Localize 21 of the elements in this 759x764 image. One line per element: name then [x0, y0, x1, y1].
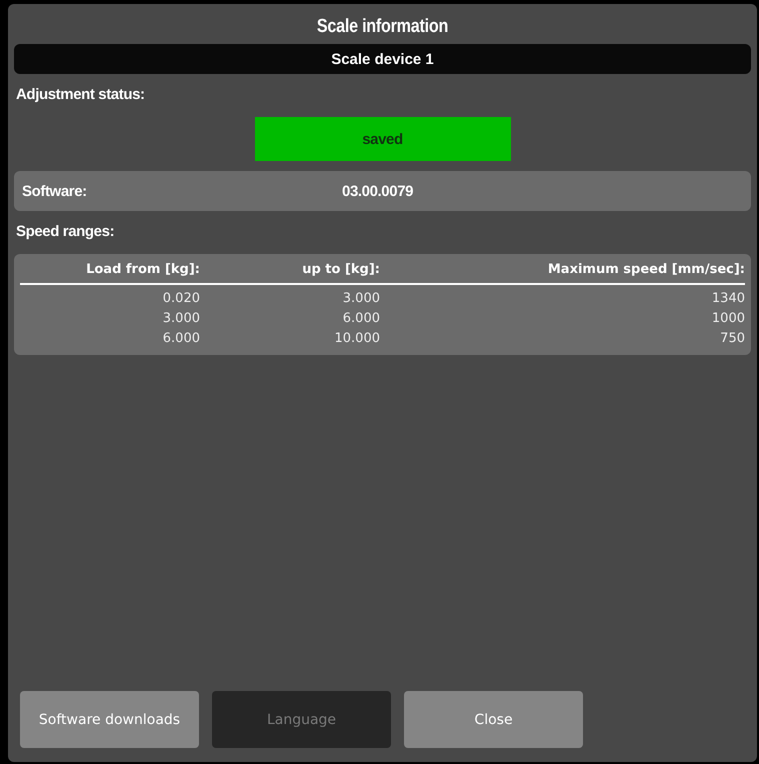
table-cell-text: 3.000: [342, 290, 380, 308]
column-header: up to [kg]:: [200, 262, 380, 285]
status-indicator: saved: [254, 117, 510, 161]
speed-ranges-label: Speed ranges:: [15, 222, 116, 240]
table-cell-text: 750: [719, 330, 745, 348]
software-version: 03.00.0079: [342, 182, 414, 200]
window-title: Scale information: [316, 15, 450, 39]
table-cell-text: 3.000: [162, 310, 200, 328]
adjustment-label: Adjustment status:: [15, 85, 146, 103]
dialog-button[interactable]: Software downloads: [20, 691, 199, 748]
table-cell-text: 1000: [710, 310, 745, 328]
table-cell-text: 6.000: [162, 330, 200, 348]
table-cell-text: 0.020: [162, 290, 200, 308]
software-label: Software:: [22, 182, 88, 200]
table-cell-text: 6.000: [342, 310, 380, 328]
device-name: Scale device 1: [14, 44, 751, 74]
table-cell-text: 1340: [710, 290, 745, 308]
column-header: Maximum speed [mm/sec]:: [380, 262, 745, 285]
table-cell-text: 10.000: [334, 330, 380, 348]
column-header: Load from [kg]:: [20, 262, 200, 285]
dialog-button[interactable]: Close: [404, 691, 583, 748]
